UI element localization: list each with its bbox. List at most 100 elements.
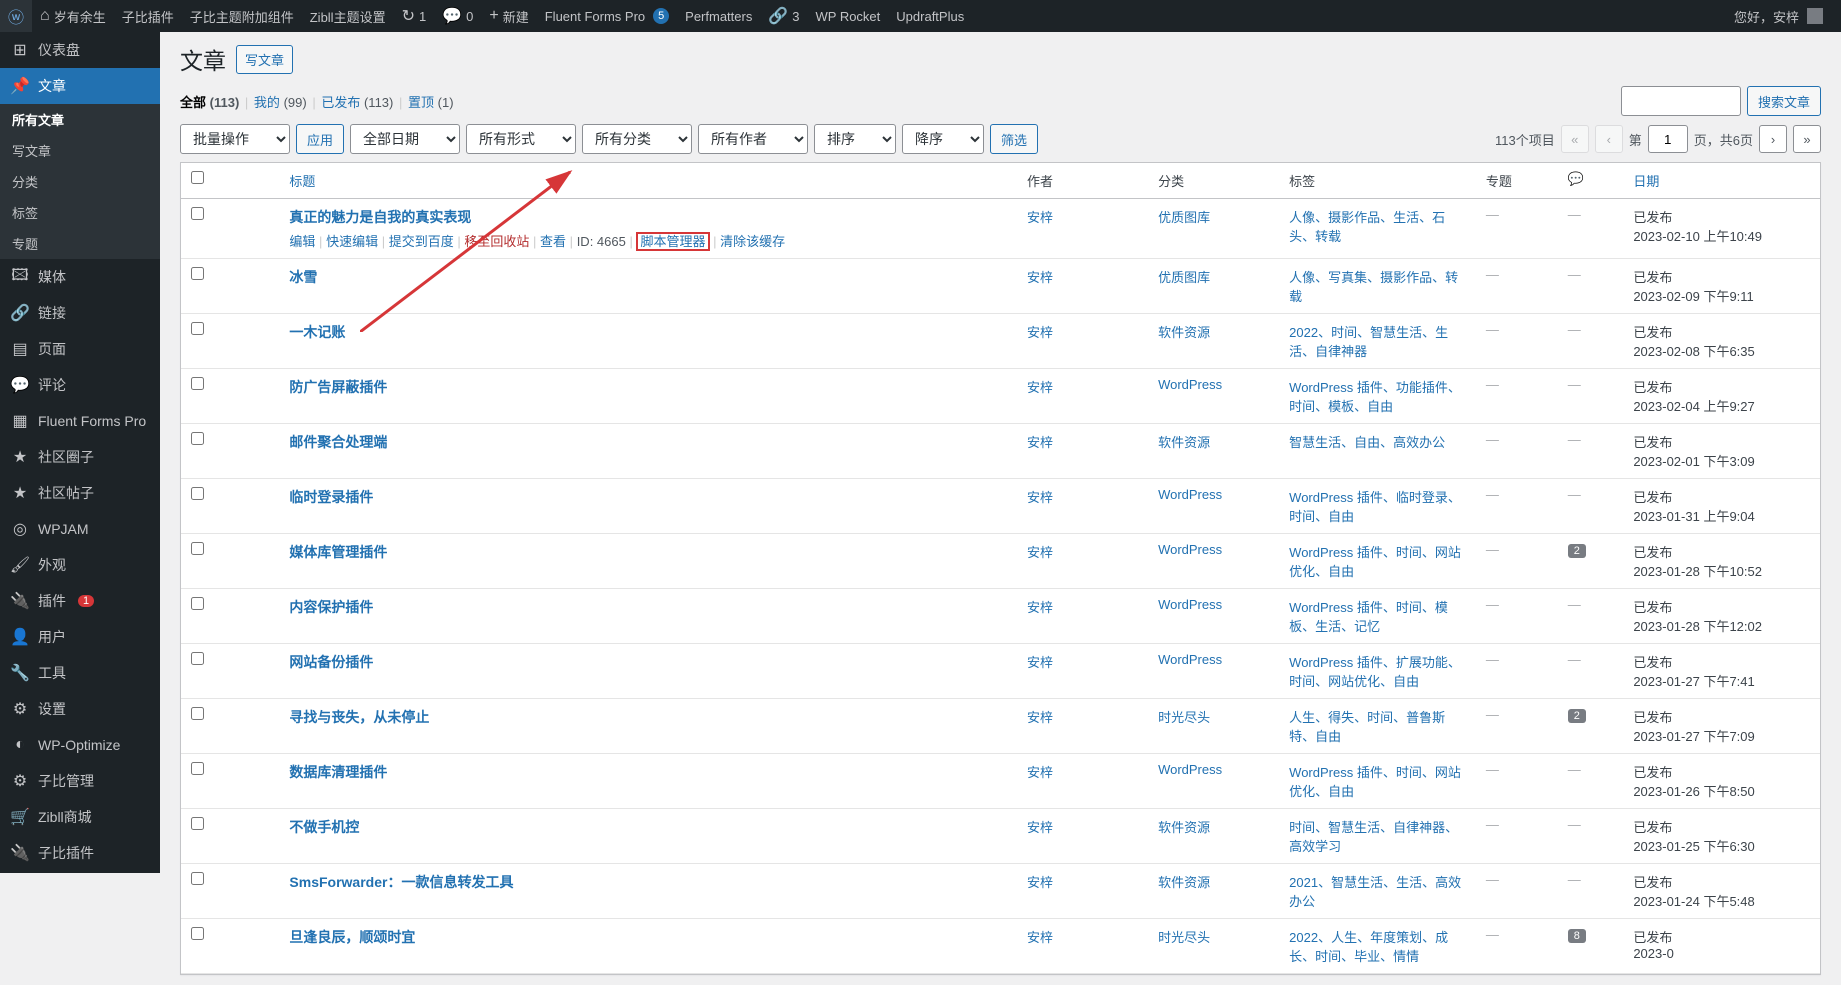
date-filter[interactable]: 全部日期: [350, 124, 460, 154]
category-link[interactable]: WordPress: [1158, 487, 1222, 502]
page-first[interactable]: «: [1561, 125, 1589, 153]
site-home[interactable]: ⌂岁有余生: [32, 0, 114, 32]
search-input[interactable]: [1621, 86, 1741, 116]
tags-links[interactable]: WordPress 插件、临时登录、时间、自由: [1289, 490, 1461, 524]
ab-zibll-theme[interactable]: Zibll主题设置: [302, 0, 394, 32]
tags-links[interactable]: 人像、写真集、摄影作品、转载: [1289, 270, 1458, 304]
comment-count-badge[interactable]: 2: [1568, 544, 1586, 558]
row-checkbox[interactable]: [191, 817, 204, 830]
menu-media[interactable]: 🖾媒体: [0, 259, 160, 295]
menu-tools[interactable]: 🔧工具: [0, 655, 160, 691]
comment-count-badge[interactable]: 8: [1568, 929, 1586, 943]
order-filter[interactable]: 降序: [902, 124, 984, 154]
author-link[interactable]: 安梓: [1027, 490, 1053, 505]
menu-zibll-mall[interactable]: 🛒Zibll商城: [0, 799, 160, 835]
ab-updraft[interactable]: UpdraftPlus: [888, 0, 972, 32]
tags-links[interactable]: 人生、得失、时间、普鲁斯特、自由: [1289, 710, 1445, 744]
action-edit[interactable]: 编辑: [289, 234, 315, 249]
menu-bbs-posts[interactable]: ★社区帖子: [0, 475, 160, 511]
author-filter[interactable]: 所有作者: [698, 124, 808, 154]
col-comments[interactable]: 💬: [1558, 163, 1624, 199]
filter-button[interactable]: 筛选: [990, 124, 1038, 154]
ab-wprocket[interactable]: WP Rocket: [808, 0, 889, 32]
author-link[interactable]: 安梓: [1027, 600, 1053, 615]
col-date[interactable]: 日期: [1623, 163, 1820, 199]
row-checkbox[interactable]: [191, 707, 204, 720]
category-link[interactable]: 优质图库: [1158, 270, 1210, 285]
category-link[interactable]: WordPress: [1158, 597, 1222, 612]
tags-links[interactable]: 人像、摄影作品、生活、石头、转载: [1289, 210, 1445, 244]
post-title-link[interactable]: 媒体库管理插件: [289, 544, 387, 560]
menu-plugins[interactable]: 🔌插件1: [0, 583, 160, 619]
ab-new[interactable]: +新建: [481, 0, 536, 32]
category-link[interactable]: 时光尽头: [1158, 930, 1210, 945]
row-checkbox[interactable]: [191, 432, 204, 445]
action-quickedit[interactable]: 快速编辑: [326, 234, 378, 249]
category-link[interactable]: 时光尽头: [1158, 710, 1210, 725]
submenu-tags[interactable]: 标签: [0, 197, 160, 228]
post-title-link[interactable]: 内容保护插件: [289, 599, 373, 615]
row-checkbox[interactable]: [191, 927, 204, 940]
category-link[interactable]: WordPress: [1158, 542, 1222, 557]
row-checkbox[interactable]: [191, 652, 204, 665]
category-link[interactable]: 优质图库: [1158, 210, 1210, 225]
category-link[interactable]: WordPress: [1158, 762, 1222, 777]
menu-wpoptimize[interactable]: ◐WP-Optimize: [0, 727, 160, 763]
page-prev[interactable]: ‹: [1595, 125, 1623, 153]
tags-links[interactable]: 2022、时间、智慧生活、生活、自律神器: [1289, 325, 1448, 359]
post-title-link[interactable]: 寻找与丧失，从未停止: [289, 709, 429, 725]
add-new-button[interactable]: 写文章: [236, 45, 293, 74]
author-link[interactable]: 安梓: [1027, 435, 1053, 450]
author-link[interactable]: 安梓: [1027, 930, 1053, 945]
category-link[interactable]: 软件资源: [1158, 325, 1210, 340]
view-published[interactable]: 已发布 (113): [321, 95, 393, 110]
row-checkbox[interactable]: [191, 762, 204, 775]
post-title-link[interactable]: 邮件聚合处理端: [289, 434, 387, 450]
author-link[interactable]: 安梓: [1027, 655, 1053, 670]
row-checkbox[interactable]: [191, 597, 204, 610]
menu-wpjam[interactable]: ◎WPJAM: [0, 511, 160, 547]
post-title-link[interactable]: 冰雪: [289, 269, 317, 285]
menu-users[interactable]: 👤用户: [0, 619, 160, 655]
author-link[interactable]: 安梓: [1027, 710, 1053, 725]
action-view[interactable]: 查看: [540, 234, 566, 249]
ab-links[interactable]: 🔗3: [760, 0, 807, 32]
orderby-filter[interactable]: 排序: [814, 124, 896, 154]
row-checkbox[interactable]: [191, 207, 204, 220]
search-button[interactable]: 搜索文章: [1747, 86, 1821, 116]
post-title-link[interactable]: 一木记账: [289, 324, 345, 340]
tags-links[interactable]: WordPress 插件、功能插件、时间、模板、自由: [1289, 380, 1461, 414]
post-title-link[interactable]: 防广告屏蔽插件: [289, 379, 387, 395]
tags-links[interactable]: 智慧生活、自由、高效办公: [1289, 435, 1445, 450]
category-link[interactable]: 软件资源: [1158, 820, 1210, 835]
tags-links[interactable]: 时间、智慧生活、自律神器、高效学习: [1289, 820, 1458, 854]
menu-posts[interactable]: 📌文章: [0, 68, 160, 104]
author-link[interactable]: 安梓: [1027, 875, 1053, 890]
row-checkbox[interactable]: [191, 542, 204, 555]
tags-links[interactable]: 2022、人生、年度策划、成长、时间、毕业、情情: [1289, 930, 1448, 964]
tags-links[interactable]: 2021、智慧生活、生活、高效办公: [1289, 875, 1461, 909]
ab-updates[interactable]: ↻1: [394, 0, 435, 32]
action-trash[interactable]: 移至回收站: [464, 234, 529, 249]
format-filter[interactable]: 所有形式: [466, 124, 576, 154]
menu-settings[interactable]: ⚙设置: [0, 691, 160, 727]
author-link[interactable]: 安梓: [1027, 545, 1053, 560]
select-all-checkbox[interactable]: [191, 171, 204, 184]
tags-links[interactable]: WordPress 插件、扩展功能、时间、网站优化、自由: [1289, 655, 1461, 689]
post-title-link[interactable]: 数据库清理插件: [289, 764, 387, 780]
ab-perfmatters[interactable]: Perfmatters: [677, 0, 760, 32]
category-filter[interactable]: 所有分类: [582, 124, 692, 154]
ab-comments[interactable]: 💬0: [434, 0, 481, 32]
post-title-link[interactable]: 不做手机控: [289, 819, 359, 835]
category-link[interactable]: WordPress: [1158, 652, 1222, 667]
view-sticky[interactable]: 置顶 (1): [408, 95, 454, 110]
submenu-new-post[interactable]: 写文章: [0, 135, 160, 166]
category-link[interactable]: WordPress: [1158, 377, 1222, 392]
category-link[interactable]: 软件资源: [1158, 875, 1210, 890]
menu-zibll-mgr[interactable]: ⚙子比管理: [0, 763, 160, 799]
author-link[interactable]: 安梓: [1027, 325, 1053, 340]
submenu-all-posts[interactable]: 所有文章: [0, 104, 160, 135]
view-mine[interactable]: 我的 (99): [254, 95, 307, 110]
action-script-manager[interactable]: 脚本管理器: [636, 232, 709, 251]
menu-appearance[interactable]: 🖌外观: [0, 547, 160, 583]
